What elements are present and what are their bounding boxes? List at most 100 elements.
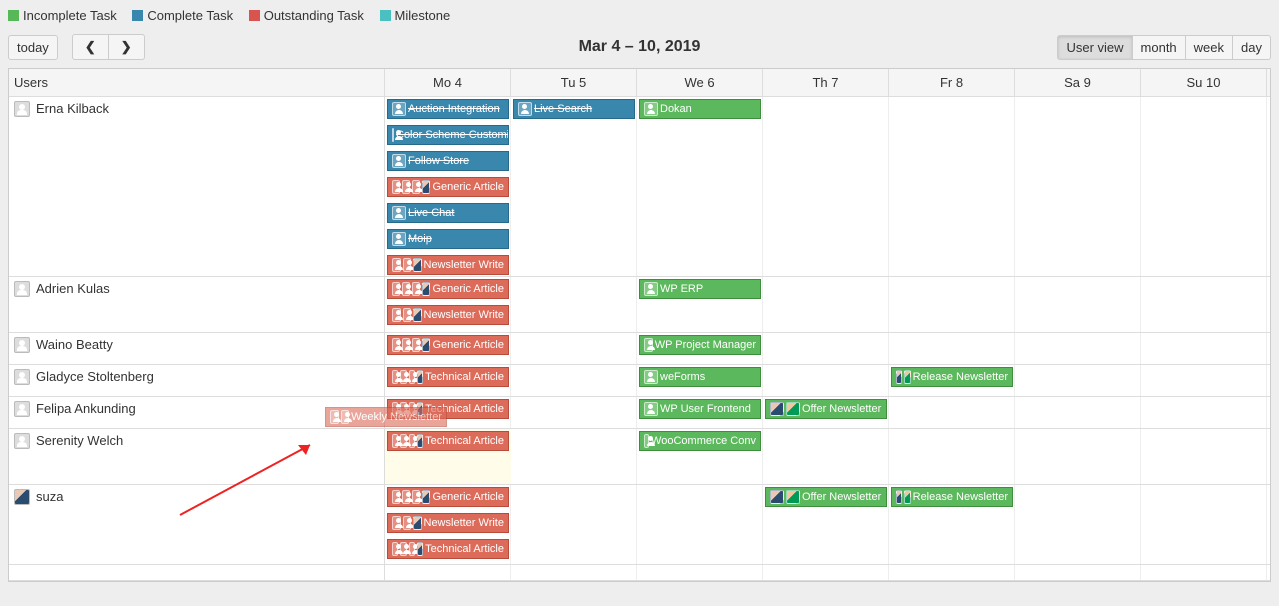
timeline[interactable]: Generic Article Newsletter Write WP ERP [385,277,1270,332]
assignee-icon [402,282,410,296]
assignee-icon [904,370,910,384]
assignee-icon [904,490,910,504]
user-name: Adrien Kulas [36,281,110,296]
event-task[interactable]: Generic Article [387,279,509,299]
nav-buttons: ❮ ❯ [72,34,145,60]
user-cell: Gladyce Stoltenberg [9,365,385,396]
timeline[interactable] [385,565,1270,580]
user-name: Waino Beatty [36,337,113,352]
assignee-icon [402,490,410,504]
timeline[interactable]: Technical Article WooCommerce Conv [385,429,1270,484]
assignee-icon [770,490,784,504]
event-task[interactable]: Generic Article [387,177,509,197]
event-task[interactable]: Generic Article [387,335,509,355]
event-task[interactable]: Offer Newsletter [765,399,887,419]
user-name: Serenity Welch [36,433,123,448]
assignee-icon [644,102,658,116]
view-month-button[interactable]: month [1133,35,1186,60]
event-task[interactable]: Live Search [513,99,635,119]
col-day-5: Sa 9 [1015,69,1141,96]
event-task[interactable]: Generic Article [387,487,509,507]
assignee-icon [403,516,412,530]
assignee-icon [409,370,415,384]
user-name: Gladyce Stoltenberg [36,369,154,384]
user-cell [9,565,385,580]
view-week-button[interactable]: week [1186,35,1233,60]
user-row-felipa: Felipa Ankunding Technical Article WP Us… [9,397,1270,429]
legend-label: Milestone [395,8,451,23]
event-task[interactable]: Technical Article [387,367,509,387]
view-day-button[interactable]: day [1233,35,1271,60]
user-name: Felipa Ankunding [36,401,136,416]
assignee-icon [403,258,412,272]
event-task[interactable]: Release Newsletter [891,367,1013,387]
event-label: Generic Article [432,336,504,354]
legend-complete: Complete Task [132,8,233,23]
event-task[interactable]: Release Newsletter [891,487,1013,507]
assignee-icon [409,542,415,556]
timeline[interactable]: Generic Article WP Project Manager [385,333,1270,364]
legend-label: Outstanding Task [264,8,364,23]
assignee-icon [896,490,902,504]
timeline[interactable]: Generic Article Newsletter Write Technic… [385,485,1270,564]
event-label: Release Newsletter [913,368,1008,386]
assignee-icon [644,338,653,352]
event-task[interactable]: Moip [387,229,509,249]
col-day-4: Fr 8 [889,69,1015,96]
timeline[interactable]: Technical Article weForms Release Newsle… [385,365,1270,396]
event-label: Release Newsletter [913,488,1008,506]
event-task[interactable]: weForms [639,367,761,387]
event-dragging[interactable]: Weekly Newsletter [325,407,447,427]
assignee-icon [770,402,784,416]
event-label: Technical Article [425,432,504,450]
assignee-icon [422,338,430,352]
legend-label: Incomplete Task [23,8,117,23]
event-task[interactable]: Follow Store [387,151,509,171]
event-task[interactable]: WP User Frontend [639,399,761,419]
view-user-button[interactable]: User view [1057,35,1132,60]
event-task[interactable]: Live Chat [387,203,509,223]
assignee-icon [392,102,406,116]
event-task[interactable]: Offer Newsletter [765,487,887,507]
assignee-icon [330,410,339,424]
legend-outstanding: Outstanding Task [249,8,364,23]
timeline[interactable]: Technical Article WP User Frontend Offer… [385,397,1270,428]
event-task[interactable]: WP ERP [639,279,761,299]
assignee-icon [392,516,401,530]
next-button[interactable]: ❯ [109,34,145,60]
event-task[interactable]: Technical Article [387,431,509,451]
today-button[interactable]: today [8,35,58,60]
assignee-icon [413,516,422,530]
assignee-icon [518,102,532,116]
prev-button[interactable]: ❮ [72,34,109,60]
event-task[interactable]: WP Project Manager [639,335,761,355]
event-label: Generic Article [432,488,504,506]
event-label: Newsletter Write [424,306,504,324]
event-task[interactable]: Newsletter Write [387,255,509,275]
event-task[interactable]: WooCommerce Conv [639,431,761,451]
assignee-icon [392,258,401,272]
assignee-icon [644,370,658,384]
assignee-icon [417,434,423,448]
event-task[interactable]: Newsletter Write [387,305,509,325]
event-label: WP Project Manager [655,336,756,354]
event-task[interactable]: Dokan [639,99,761,119]
assignee-icon [786,402,800,416]
event-label: Color Scheme Customize [396,126,509,144]
assignee-icon [409,434,415,448]
event-task[interactable]: Newsletter Write [387,513,509,533]
calendar-toolbar: today ❮ ❯ Mar 4 – 10, 2019 User view mon… [8,34,1271,60]
event-task[interactable]: Color Scheme Customize [387,125,509,145]
user-row-waino: Waino Beatty Generic Article WP Project … [9,333,1270,365]
assignee-icon [392,490,400,504]
event-task[interactable]: Auction Integration [387,99,509,119]
event-label: WooCommerce Conv [651,432,756,450]
assignee-icon [402,180,410,194]
col-users: Users [9,69,385,96]
assignee-icon [400,370,406,384]
timeline[interactable]: Auction Integration Color Scheme Customi… [385,97,1270,276]
swatch-icon [8,10,19,21]
user-name: Erna Kilback [36,101,109,116]
assignee-icon [392,232,406,246]
event-task[interactable]: Technical Article [387,539,509,559]
